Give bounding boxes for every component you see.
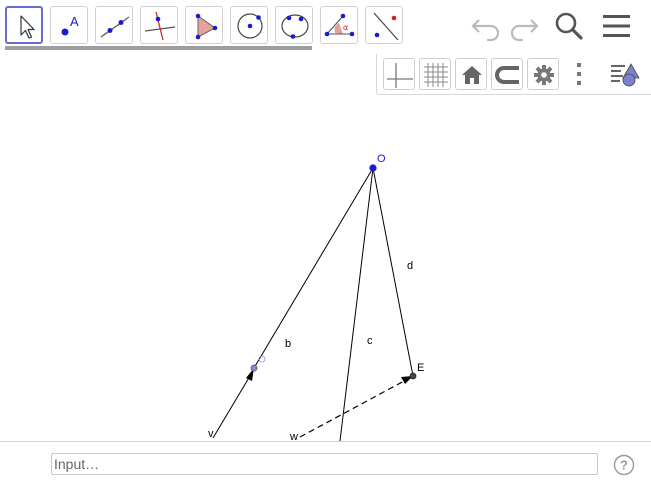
toggle-style-bar-button[interactable]: [609, 58, 641, 90]
perpendicular-line-icon: [144, 11, 176, 41]
graphics-style-bar: [376, 54, 651, 95]
point-E[interactable]: [409, 372, 417, 380]
reflect-about-line-tool[interactable]: [365, 6, 403, 44]
home-icon: [462, 66, 482, 84]
more-options-button[interactable]: [563, 58, 595, 90]
label-vector-w: w: [289, 431, 298, 441]
settings-icon: [534, 65, 554, 85]
point-capturing-button[interactable]: [491, 58, 523, 90]
undo-button[interactable]: [469, 8, 505, 44]
point-icon: A: [61, 14, 79, 36]
help-icon: ?: [620, 458, 628, 473]
toolbar-scrollbar-thumb[interactable]: [5, 46, 312, 50]
segment-d[interactable]: [372, 167, 414, 377]
more-icon: [577, 63, 581, 85]
polygon-icon: [195, 13, 218, 40]
circle-center-icon: [237, 13, 263, 39]
angle-tool-letter: α: [343, 23, 348, 32]
redo-icon: [510, 19, 539, 42]
circle-three-points-icon: [281, 14, 309, 39]
angle-icon: α: [324, 13, 355, 37]
reflect-line-icon: [373, 12, 399, 41]
graphics-settings-button[interactable]: [527, 58, 559, 90]
point-capturing-icon: [495, 66, 519, 84]
vector-v[interactable]: [212, 375, 251, 439]
undo-icon: [471, 19, 500, 42]
standard-view-button[interactable]: [455, 58, 487, 90]
perpendicular-line-tool[interactable]: [140, 6, 178, 44]
circle-with-center-tool[interactable]: [230, 6, 268, 44]
angle-tool[interactable]: α: [320, 6, 358, 44]
label-point-E: E: [417, 362, 424, 374]
search-button[interactable]: [551, 8, 587, 44]
polygon-tool[interactable]: [185, 6, 223, 44]
toggle-axes-button[interactable]: [383, 58, 415, 90]
move-tool[interactable]: [5, 6, 43, 44]
label-point-O: O: [377, 153, 386, 165]
vector-w[interactable]: [299, 379, 407, 438]
toolbar: A α: [0, 0, 651, 52]
label-segment-d: d: [407, 260, 413, 272]
label-vector-v: v: [208, 428, 214, 440]
line-icon: [100, 16, 130, 38]
point-tool-letter: A: [70, 14, 79, 29]
menu-button[interactable]: [599, 8, 635, 44]
segment-b[interactable]: [253, 167, 374, 369]
menu-icon: [603, 15, 630, 37]
toolbar-scrollbar[interactable]: [5, 46, 312, 50]
label-segment-c: c: [367, 335, 373, 347]
toggle-grid-button[interactable]: [419, 58, 451, 90]
circle-through-points-tool[interactable]: [275, 6, 313, 44]
cursor-icon: [20, 15, 35, 39]
search-icon: [555, 12, 583, 40]
toggle-style-bar-icon: [611, 63, 640, 87]
point-O[interactable]: [369, 164, 377, 172]
label-segment-b: b: [285, 338, 291, 350]
point-tool[interactable]: A: [50, 6, 88, 44]
help-button[interactable]: ?: [613, 454, 635, 476]
input-field[interactable]: [51, 453, 598, 475]
grid-icon: [424, 63, 448, 87]
segment-c[interactable]: [339, 167, 374, 441]
axes-icon: [387, 63, 413, 88]
point-b-end[interactable]: [250, 364, 258, 372]
redo-button[interactable]: [505, 8, 541, 44]
algebra-input-bar: ?: [0, 441, 651, 486]
line-tool[interactable]: [95, 6, 133, 44]
